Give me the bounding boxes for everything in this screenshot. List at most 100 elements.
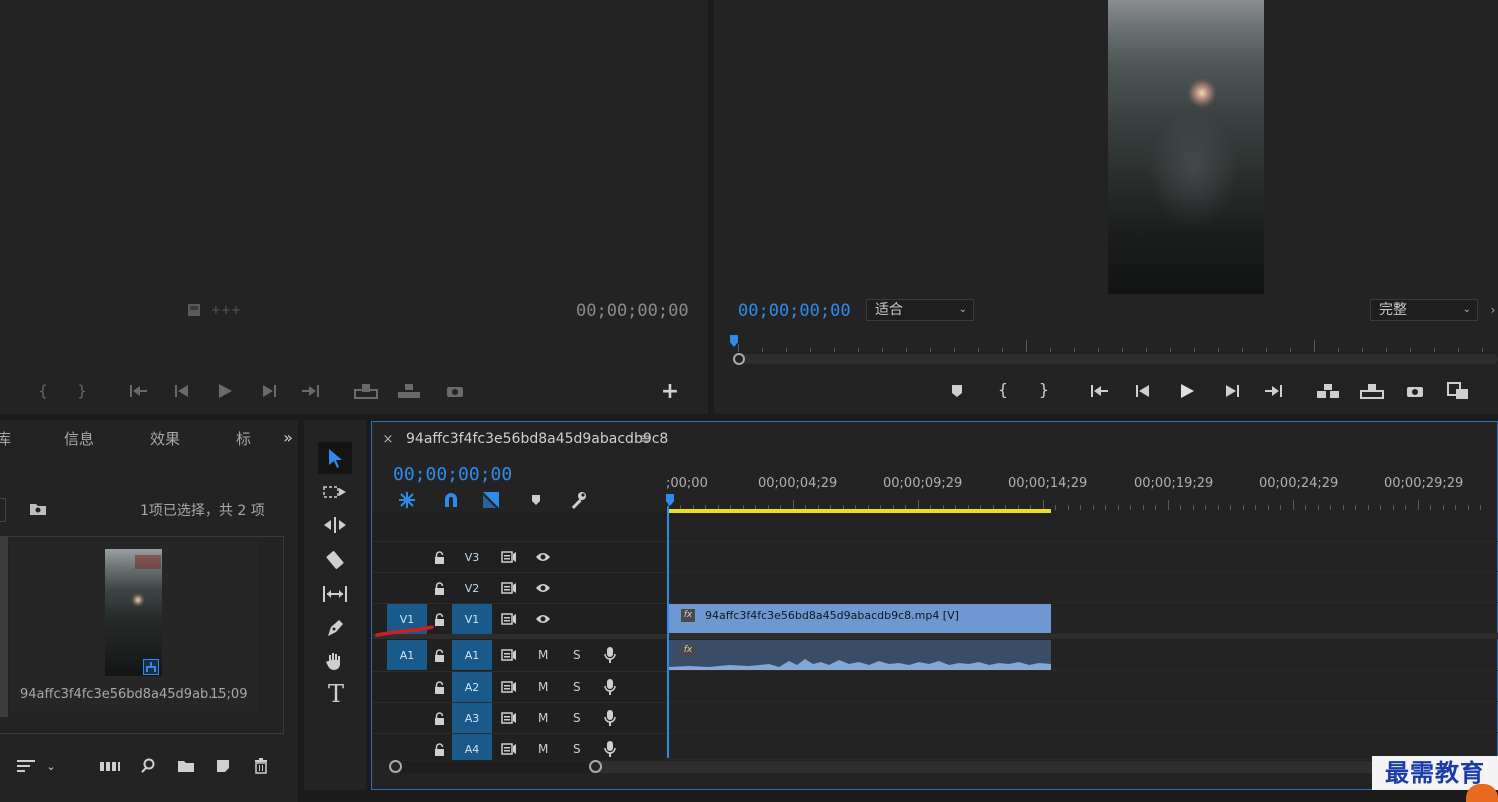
drag-audio-icon[interactable]: +++ (211, 301, 241, 319)
settings-chevron-icon[interactable]: › (1488, 300, 1498, 320)
new-item-icon[interactable] (213, 756, 233, 776)
track-select-tool-icon[interactable] (320, 480, 350, 504)
sync-lock-icon[interactable] (500, 647, 518, 663)
close-sequence-icon[interactable]: × (382, 431, 394, 447)
overwrite-clip-icon[interactable] (396, 381, 422, 401)
lane-v3[interactable] (668, 541, 1498, 572)
lane-v2[interactable] (668, 572, 1498, 603)
export-frame-icon[interactable] (1404, 381, 1426, 401)
export-frame-icon[interactable] (444, 381, 466, 401)
eye-icon[interactable] (534, 580, 552, 596)
track-target-v2[interactable]: V2 (452, 573, 492, 603)
track-target-a1[interactable]: A1 (452, 640, 492, 670)
lift-icon[interactable] (1314, 381, 1342, 401)
automate-to-sequence-icon[interactable] (98, 756, 122, 776)
search-field-edge[interactable] (0, 498, 6, 522)
track-target-a4[interactable]: A4 (452, 734, 492, 760)
go-to-in-icon[interactable] (128, 382, 150, 400)
play-icon[interactable] (214, 381, 236, 401)
microphone-icon[interactable] (602, 740, 618, 758)
lane-a2[interactable] (668, 671, 1498, 702)
insert-icon[interactable] (185, 301, 203, 319)
sync-lock-icon[interactable] (500, 549, 518, 565)
chevron-down-icon[interactable]: ⌄ (44, 756, 58, 776)
clip-thumbnail[interactable] (105, 549, 162, 676)
find-icon[interactable] (138, 756, 158, 776)
new-bin-icon[interactable] (175, 756, 197, 776)
info-tab[interactable]: 信息 (64, 428, 94, 449)
lock-track-icon[interactable] (432, 710, 446, 726)
microphone-icon[interactable] (602, 709, 618, 727)
project-tab[interactable]: 库 (0, 428, 11, 449)
time-ruler[interactable] (668, 494, 1498, 510)
slip-tool-icon[interactable] (320, 581, 350, 607)
go-to-out-icon[interactable] (300, 382, 322, 400)
add-button-icon[interactable]: + (660, 381, 680, 403)
markers-tab[interactable]: 标 (236, 428, 251, 449)
timeline-settings-icon[interactable] (567, 490, 589, 510)
fit-dropdown[interactable]: 适合 ⌄ (866, 299, 974, 321)
track-target-v1[interactable]: V1 (452, 604, 492, 634)
find-bin-icon[interactable] (28, 500, 48, 518)
compare-view-icon[interactable] (1445, 380, 1471, 402)
sync-lock-icon[interactable] (500, 580, 518, 596)
mark-in-icon[interactable]: { (36, 381, 50, 401)
sync-lock-icon[interactable] (500, 710, 518, 726)
solo-button[interactable]: S (573, 742, 581, 756)
step-back-icon[interactable] (1133, 382, 1153, 400)
go-to-out-icon[interactable] (1262, 382, 1286, 400)
more-tabs-icon[interactable]: » (280, 428, 296, 448)
lock-track-icon[interactable] (432, 741, 446, 757)
solo-button[interactable]: S (573, 680, 581, 694)
linked-selection-icon[interactable] (480, 490, 502, 510)
clip-name[interactable]: 94affc3f4fc3e56bd8a45d9ab... (20, 687, 221, 702)
mark-out-icon[interactable]: } (75, 381, 89, 401)
selection-tool-icon[interactable] (318, 442, 352, 474)
extract-icon[interactable] (1358, 381, 1386, 401)
step-forward-icon[interactable] (259, 382, 279, 400)
program-zoom-scrollbar[interactable] (733, 354, 1498, 364)
sync-lock-icon[interactable] (500, 679, 518, 695)
track-target-a2[interactable]: A2 (452, 672, 492, 702)
timeline-timecode[interactable]: 00;00;00;00 (393, 464, 512, 485)
mark-out-icon[interactable]: } (1037, 380, 1051, 400)
insert-clip-icon[interactable] (353, 381, 379, 401)
pen-tool-icon[interactable] (320, 615, 350, 641)
mute-button[interactable]: M (538, 742, 548, 756)
track-target-a3[interactable]: A3 (452, 703, 492, 733)
hand-tool-icon[interactable] (320, 648, 350, 674)
mute-button[interactable]: M (538, 648, 548, 662)
play-icon[interactable] (1176, 381, 1198, 401)
program-timecode[interactable]: 00;00;00;00 (738, 301, 851, 321)
ripple-edit-tool-icon[interactable] (320, 512, 350, 538)
video-clip[interactable]: fx 94affc3f4fc3e56bd8a45d9abacdb9c8.mp4 … (669, 604, 1051, 633)
microphone-icon[interactable] (602, 646, 618, 664)
lock-track-icon[interactable] (432, 647, 446, 663)
go-to-in-icon[interactable] (1088, 382, 1112, 400)
program-zoom-handle[interactable] (733, 353, 745, 365)
add-marker-icon[interactable] (948, 381, 966, 401)
project-item-card[interactable]: 94affc3f4fc3e56bd8a45d9ab... 15;09 (10, 541, 258, 713)
track-target-v3[interactable]: V3 (452, 542, 492, 572)
razor-tool-icon[interactable] (320, 547, 350, 573)
source-timecode[interactable]: 00;00;00;00 (576, 301, 689, 321)
solo-button[interactable]: S (573, 711, 581, 725)
lock-track-icon[interactable] (432, 549, 446, 565)
timeline-zoom-handle-right[interactable] (589, 760, 602, 773)
video-audio-divider[interactable] (372, 634, 1498, 639)
work-area-bar[interactable] (668, 509, 1051, 513)
panel-menu-icon[interactable]: ≡ (638, 431, 652, 447)
microphone-icon[interactable] (602, 678, 618, 696)
mute-button[interactable]: M (538, 680, 548, 694)
lock-track-icon[interactable] (432, 679, 446, 695)
step-back-icon[interactable] (172, 382, 192, 400)
mark-in-icon[interactable]: { (996, 380, 1010, 400)
add-marker-icon[interactable] (528, 490, 544, 510)
sync-lock-icon[interactable] (500, 741, 518, 757)
timeline-zoom-handle-left[interactable] (389, 760, 402, 773)
type-tool-icon[interactable]: T (324, 680, 348, 708)
nest-sequence-icon[interactable] (396, 490, 418, 510)
mute-button[interactable]: M (538, 711, 548, 725)
delete-icon[interactable] (251, 756, 271, 776)
lock-track-icon[interactable] (432, 580, 446, 596)
